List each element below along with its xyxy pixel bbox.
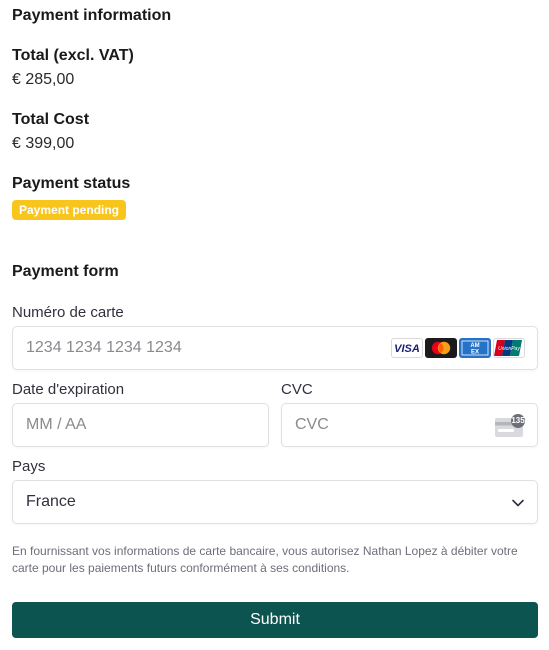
card-number-input[interactable]: 1234 1234 1234 1234 VISA AM EX UnionPay: [12, 326, 538, 370]
payment-status-label: Payment status: [12, 175, 131, 192]
cvc-icon-digits: 135: [511, 416, 525, 425]
total-cost-label: Total Cost: [12, 111, 90, 128]
cvc-card-icon: 135: [494, 413, 528, 439]
country-label: Pays: [12, 458, 46, 475]
submit-button[interactable]: Submit: [12, 602, 538, 638]
expiry-date-input[interactable]: MM / AA: [12, 403, 269, 447]
total-excl-vat-label: Total (excl. VAT): [12, 47, 134, 64]
svg-text:UnionPay: UnionPay: [498, 346, 520, 352]
visa-icon: VISA: [391, 338, 423, 358]
expiry-date-label: Date d'expiration: [12, 381, 125, 398]
svg-text:VISA: VISA: [394, 343, 420, 355]
card-number-label: Numéro de carte: [12, 304, 124, 321]
cvc-input[interactable]: CVC 135: [281, 403, 538, 447]
payment-status-badge-wrapper: Payment pending: [12, 200, 127, 220]
payment-status-badge: Payment pending: [12, 200, 127, 220]
unionpay-icon: UnionPay: [493, 338, 525, 358]
country-select[interactable]: France: [12, 480, 538, 524]
mastercard-icon: [425, 338, 457, 358]
card-number-placeholder: 1234 1234 1234 1234: [26, 339, 182, 356]
cvc-placeholder: CVC: [295, 416, 329, 433]
expiry-date-placeholder: MM / AA: [26, 416, 87, 433]
total-excl-vat-value: € 285,00: [12, 71, 75, 88]
payment-form-heading: Payment form: [12, 263, 119, 280]
chevron-down-icon: [511, 496, 525, 510]
country-selected-value: France: [26, 493, 76, 510]
amex-icon: AM EX: [459, 338, 491, 358]
payment-information-heading: Payment information: [12, 7, 172, 24]
svg-text:AM: AM: [470, 343, 479, 349]
svg-text:EX: EX: [471, 350, 479, 356]
authorization-disclaimer: En fournissant vos informations de carte…: [12, 544, 518, 575]
total-cost-value: € 399,00: [12, 135, 75, 152]
cvc-label: CVC: [281, 381, 313, 398]
